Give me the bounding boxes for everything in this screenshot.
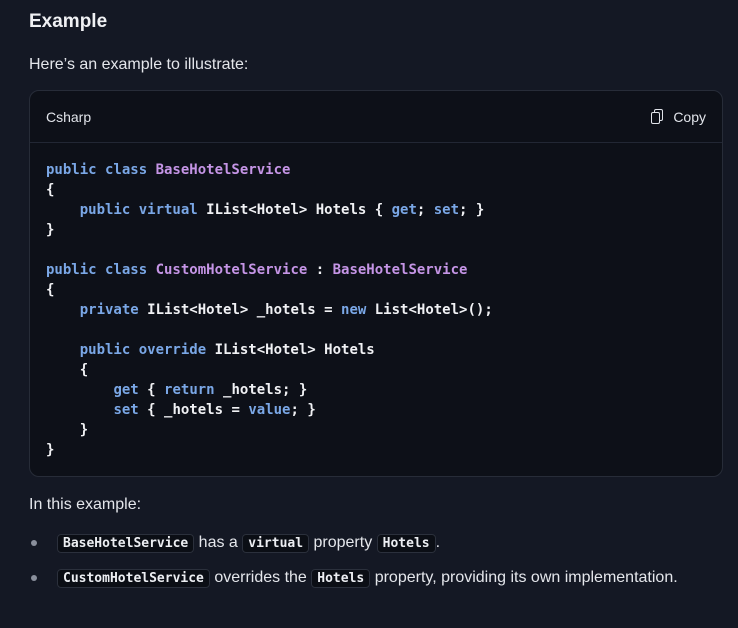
code-line: public class CustomHotelService : BaseHo… [46, 260, 706, 280]
code-text: } [46, 222, 55, 238]
code-text: } [46, 422, 89, 438]
code-keyword: get [113, 382, 139, 398]
code-text: IList<Hotel> _hotels = [147, 302, 342, 318]
code-line: } [46, 220, 706, 240]
code-text: { [46, 282, 55, 298]
code-text: { [138, 382, 165, 398]
code-block-header: Csharp Copy [30, 91, 722, 143]
code-keyword: public virtual [79, 202, 207, 218]
code-line: { [46, 360, 706, 380]
inline-code: virtual [242, 534, 310, 553]
list-item: CustomHotelService overrides the Hotels … [29, 565, 689, 592]
code-text: { _hotels = [138, 402, 249, 418]
copy-button-label: Copy [673, 108, 706, 125]
code-keyword: get [391, 202, 417, 218]
explanation-lead: In this example: [29, 496, 142, 513]
copy-icon [651, 108, 665, 125]
bullet-dot-icon [31, 575, 37, 581]
code-keyword: set [433, 202, 460, 218]
code-type-name: BaseHotelService [332, 262, 468, 278]
code-line: set { _hotels = value; } [46, 400, 706, 420]
code-keyword: public class [46, 262, 156, 278]
inline-code: Hotels [311, 569, 371, 588]
bullet-text: overrides the [209, 569, 312, 586]
code-type-name: BaseHotelService [155, 162, 291, 178]
bullet-text: property, providing its own implementati… [370, 569, 678, 586]
code-keyword: return [164, 382, 215, 398]
code-line: private IList<Hotel> _hotels = new List<… [46, 300, 706, 320]
copy-button[interactable]: Copy [651, 108, 706, 125]
code-line: } [46, 420, 706, 440]
code-text: _hotels; } [214, 382, 308, 398]
code-line: public class BaseHotelService [46, 160, 706, 180]
code-keyword: new [341, 302, 375, 318]
code-language-label: Csharp [46, 108, 92, 125]
inline-code: CustomHotelService [57, 569, 210, 588]
code-type-name: CustomHotelService [155, 262, 308, 278]
intro-text: Here’s an example to illustrate: [29, 56, 249, 73]
inline-code: Hotels [376, 534, 436, 553]
code-text: ; [416, 202, 434, 218]
code-line: public override IList<Hotel> Hotels [46, 340, 706, 360]
code-keyword: value [248, 402, 291, 418]
inline-code: BaseHotelService [57, 534, 195, 553]
code-keyword: private [79, 302, 148, 318]
code-line: { [46, 280, 706, 300]
code-text: ; } [290, 402, 316, 418]
code-keyword: public override [79, 342, 215, 358]
code-keyword: public class [46, 162, 156, 178]
code-line: } [46, 440, 706, 460]
code-text: ; } [459, 202, 485, 218]
code-text: IList<Hotel> Hotels [214, 342, 375, 358]
bullet-text: property [309, 534, 377, 551]
explanation-list: BaseHotelService has a virtual property … [29, 530, 689, 600]
code-line: { [46, 180, 706, 200]
bullet-text: has a [194, 534, 243, 551]
code-text: { [46, 362, 89, 378]
example-heading: Example [29, 11, 108, 32]
code-line: public virtual IList<Hotel> Hotels { get… [46, 200, 706, 220]
code-line: get { return _hotels; } [46, 380, 706, 400]
code-text: List<Hotel>(); [374, 302, 493, 318]
bullet-text: . [435, 534, 441, 551]
code-keyword: set [113, 402, 139, 418]
bullet-dot-icon [31, 540, 37, 546]
code-text: IList<Hotel> Hotels { [206, 202, 392, 218]
code-text: : [307, 262, 333, 278]
code-block: Csharp Copy public class BaseHotelServic… [29, 90, 723, 477]
code-text: { [46, 182, 55, 198]
code-body: public class BaseHotelService { public vi… [30, 143, 722, 460]
code-text: } [46, 442, 55, 458]
list-item: BaseHotelService has a virtual property … [29, 530, 689, 557]
